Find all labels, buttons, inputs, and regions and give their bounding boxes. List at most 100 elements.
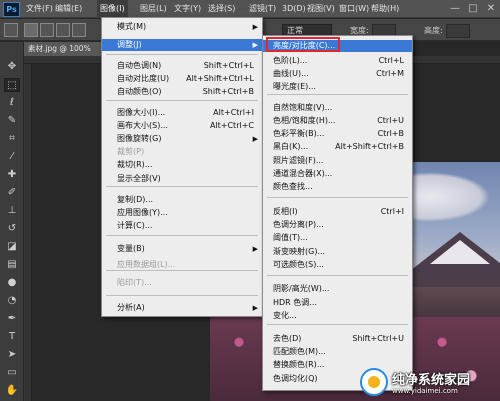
- image-menu-item-auto-color[interactable]: 自动颜色(O) Shift+Ctrl+B: [102, 86, 262, 98]
- new-selection-icon[interactable]: [24, 23, 38, 37]
- path-select-tool-icon[interactable]: ➤: [4, 348, 20, 362]
- lasso-tool-icon[interactable]: ℓ: [4, 96, 20, 110]
- adjust-menu-item-hdr-toning[interactable]: HDR 色调...: [263, 297, 412, 309]
- image-menu-item-auto-tone[interactable]: 自动色调(N) Shift+Ctrl+L: [102, 60, 262, 72]
- subtract-selection-icon[interactable]: [56, 23, 70, 37]
- menu-window[interactable]: 窗口(W): [339, 0, 369, 18]
- image-menu-item-apply-image[interactable]: 应用图像(Y)...: [102, 207, 262, 219]
- menu-filter[interactable]: 滤镜(T): [249, 0, 276, 18]
- hand-tool-icon[interactable]: ✋: [4, 384, 20, 398]
- menu-help[interactable]: 帮助(H): [371, 0, 399, 18]
- minimize-button[interactable]: —: [448, 2, 462, 16]
- menu-item-label: 自动对比度(U): [117, 74, 170, 83]
- menu-item-label: 变化...: [273, 311, 297, 320]
- menu-3d[interactable]: 3D(D): [282, 0, 306, 18]
- close-button[interactable]: ✕: [484, 2, 498, 16]
- add-selection-icon[interactable]: [40, 23, 54, 37]
- adjust-menu-item-photo-filter[interactable]: 照片滤镜(F)...: [263, 155, 412, 167]
- menu-item-label: 渐变映射(G)...: [273, 247, 326, 256]
- adjust-menu-item-black-white[interactable]: 黑白(K)... Alt+Shift+Ctrl+B: [263, 141, 412, 153]
- image-menu-item-adjustments[interactable]: 调整(J) ▶: [102, 39, 262, 51]
- pen-tool-icon[interactable]: ✒: [4, 312, 20, 326]
- image-menu: 模式(M) ▶ 调整(J) ▶ 自动色调(N) Shift+Ctrl+L 自动对比度(U) A…: [101, 17, 263, 317]
- clone-stamp-tool-icon[interactable]: ⊥: [4, 204, 20, 218]
- menu-item-label: 色调均化(Q): [273, 374, 318, 383]
- adjust-menu-item-channel-mixer[interactable]: 通道混合器(X)...: [263, 168, 412, 180]
- healing-brush-tool-icon[interactable]: ✚: [4, 168, 20, 182]
- menu-item-label: 复制(D)...: [117, 195, 154, 204]
- adjust-menu-item-color-lookup[interactable]: 颜色查找...: [263, 181, 412, 193]
- adjust-menu-item-color-balance[interactable]: 色彩平衡(B)... Ctrl+B: [263, 128, 412, 140]
- quick-select-tool-icon[interactable]: ✎: [4, 114, 20, 128]
- adjust-menu-item-desaturate[interactable]: 去色(D) Shift+Ctrl+U: [263, 333, 412, 345]
- adjust-menu-item-hue-saturation[interactable]: 色相/饱和度(H)... Ctrl+U: [263, 115, 412, 127]
- adjust-menu-item-curves[interactable]: 曲线(U)... Ctrl+M: [263, 68, 412, 80]
- image-menu-item-duplicate[interactable]: 复制(D)...: [102, 194, 262, 206]
- menu-item-label: 颜色查找...: [273, 182, 313, 191]
- document-tab[interactable]: 素材.jpg @ 100%: [24, 42, 104, 56]
- image-menu-item-image-rotation[interactable]: 图像旋转(G) ▶: [102, 133, 262, 145]
- snow-cap: [430, 240, 490, 264]
- eyedropper-tool-icon[interactable]: ⁄: [4, 150, 20, 164]
- vertical-ruler: [24, 64, 32, 401]
- menu-item-label: 通道混合器(X)...: [273, 169, 333, 178]
- menu-separator: [267, 94, 408, 95]
- image-menu-item-trim[interactable]: 裁切(R)...: [102, 159, 262, 171]
- menu-bar: Ps 文件(F) 编辑(E) 图像(I) 图层(L) 文字(Y) 选择(S) 滤镜(T) 3D…: [0, 0, 500, 18]
- menu-item-shortcut: Alt+Ctrl+I: [213, 108, 254, 117]
- menu-image[interactable]: 图像(I): [97, 0, 128, 18]
- image-menu-item-reveal-all[interactable]: 显示全部(V): [102, 173, 262, 185]
- intersect-selection-icon[interactable]: [72, 23, 86, 37]
- menu-select[interactable]: 选择(S): [208, 0, 235, 18]
- brush-tool-icon[interactable]: ✐: [4, 186, 20, 200]
- menu-item-label: 色阶(L)...: [273, 56, 308, 65]
- image-menu-item-auto-contrast[interactable]: 自动对比度(U) Alt+Shift+Ctrl+L: [102, 73, 262, 85]
- menu-item-label: 陷印(T)...: [117, 278, 152, 287]
- image-menu-item-canvas-size[interactable]: 画布大小(S)... Alt+Ctrl+C: [102, 120, 262, 132]
- adjust-menu-item-exposure[interactable]: 曝光度(E)...: [263, 81, 412, 93]
- marquee-tool-icon[interactable]: ⬚: [4, 78, 20, 92]
- adjust-menu-item-threshold[interactable]: 阈值(T)...: [263, 232, 412, 244]
- image-menu-item-analysis[interactable]: 分析(A) ▶: [102, 302, 262, 314]
- move-tool-icon[interactable]: ✥: [4, 60, 20, 74]
- menu-separator: [267, 197, 408, 198]
- image-menu-item-variables[interactable]: 变量(B) ▶: [102, 243, 262, 255]
- blur-tool-icon[interactable]: ●: [4, 276, 20, 290]
- shape-tool-icon[interactable]: ▭: [4, 366, 20, 380]
- menu-separator: [106, 295, 258, 296]
- adjust-menu-item-shadows-highlights[interactable]: 阴影/高光(W)...: [263, 283, 412, 295]
- image-menu-item-image-size[interactable]: 图像大小(I)... Alt+Ctrl+I: [102, 107, 262, 119]
- adjust-menu-item-invert[interactable]: 反相(I) Ctrl+I: [263, 206, 412, 218]
- menu-edit[interactable]: 编辑(E): [55, 0, 82, 18]
- menu-item-shortcut: Shift+Ctrl+L: [203, 61, 254, 70]
- menu-separator: [267, 275, 408, 276]
- adjust-menu-item-posterize[interactable]: 色调分离(P)...: [263, 219, 412, 231]
- adjust-menu-item-gradient-map[interactable]: 渐变映射(G)...: [263, 246, 412, 258]
- type-tool-icon[interactable]: T: [4, 330, 20, 344]
- menu-item-label: 去色(D): [273, 334, 302, 343]
- dodge-tool-icon[interactable]: ◔: [4, 294, 20, 308]
- image-menu-item-mode[interactable]: 模式(M) ▶: [102, 21, 262, 33]
- height-field[interactable]: [446, 24, 470, 38]
- adjust-menu-item-variations[interactable]: 变化...: [263, 310, 412, 322]
- menu-file[interactable]: 文件(F): [26, 0, 53, 18]
- adjust-menu-item-selective-color[interactable]: 可选颜色(S)...: [263, 259, 412, 271]
- menu-item-label: 色相/饱和度(H)...: [273, 116, 336, 125]
- history-brush-tool-icon[interactable]: ↺: [4, 222, 20, 236]
- crop-tool-icon[interactable]: ⌗: [4, 132, 20, 146]
- marquee-tool-preset-icon[interactable]: [4, 23, 18, 37]
- menu-separator: [106, 235, 258, 236]
- image-menu-item-trap: 陷印(T)...: [102, 277, 262, 289]
- adjust-menu-item-match-color[interactable]: 匹配颜色(M)...: [263, 346, 412, 358]
- adjust-menu-item-levels[interactable]: 色阶(L)... Ctrl+L: [263, 55, 412, 67]
- submenu-arrow-icon: ▶: [252, 23, 258, 31]
- image-menu-item-calculations[interactable]: 计算(C)...: [102, 220, 262, 232]
- menu-layer[interactable]: 图层(L): [140, 0, 167, 18]
- maximize-button[interactable]: □: [466, 2, 480, 16]
- menu-type[interactable]: 文字(Y): [174, 0, 201, 18]
- watermark-title: 纯净系统家园: [392, 373, 471, 388]
- gradient-tool-icon[interactable]: ▤: [4, 258, 20, 272]
- menu-view[interactable]: 视图(V): [307, 0, 335, 18]
- adjust-menu-item-vibrance[interactable]: 自然饱和度(V)...: [263, 102, 412, 114]
- eraser-tool-icon[interactable]: ◪: [4, 240, 20, 254]
